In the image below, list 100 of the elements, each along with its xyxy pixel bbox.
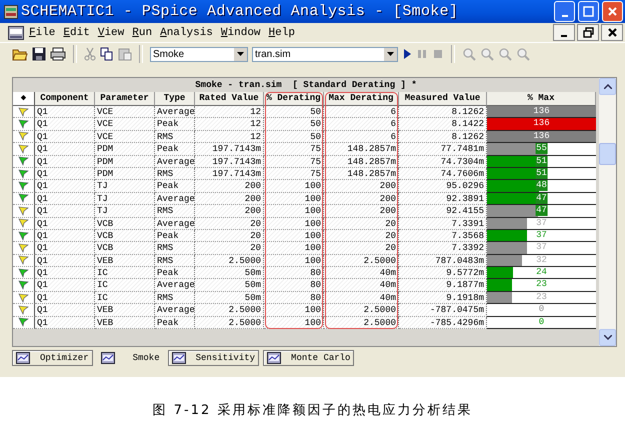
menu-item[interactable]: Edit bbox=[60, 26, 93, 38]
column-header[interactable]: % Derating bbox=[264, 92, 324, 106]
menu-item[interactable]: Window bbox=[218, 26, 264, 38]
column-header[interactable]: % Max bbox=[487, 92, 596, 106]
column-header[interactable]: Component bbox=[35, 92, 95, 106]
view-tab[interactable]: Monte Carlo bbox=[263, 350, 354, 366]
table-cell: VCB bbox=[95, 230, 155, 242]
percent-value: 37 bbox=[536, 218, 547, 229]
table-cell: Q1 bbox=[35, 143, 95, 156]
table-cell: Average bbox=[155, 156, 195, 168]
open-folder-icon[interactable] bbox=[12, 47, 28, 61]
scroll-up-button[interactable] bbox=[599, 78, 616, 95]
table-cell: Q1 bbox=[35, 230, 95, 242]
column-header[interactable]: Measured Value bbox=[399, 92, 487, 106]
table-cell: 50m bbox=[195, 267, 264, 280]
simulation-dropdown[interactable]: tran.sim bbox=[252, 46, 398, 62]
percent-value: 48 bbox=[535, 180, 548, 192]
scrollbar[interactable] bbox=[599, 78, 616, 346]
table-cell: Q1 bbox=[35, 316, 95, 330]
table-cell: VCB bbox=[95, 242, 155, 255]
save-icon[interactable] bbox=[32, 47, 46, 61]
table-cell: Q1 bbox=[35, 292, 95, 304]
column-header[interactable]: Parameter bbox=[95, 92, 155, 106]
table-cell: RMS bbox=[155, 292, 195, 304]
column-header[interactable]: Rated Value bbox=[195, 92, 264, 106]
menu-item[interactable]: File bbox=[26, 26, 58, 38]
table-cell: RMS bbox=[155, 168, 195, 180]
table-cell: Average bbox=[155, 304, 195, 317]
table-cell: RMS bbox=[155, 242, 195, 255]
table-cell: Peak bbox=[155, 180, 195, 193]
table-cell: 20 bbox=[195, 218, 264, 230]
table-cell: RMS bbox=[155, 254, 195, 268]
caret-icon bbox=[237, 52, 244, 56]
table-cell: 12 bbox=[195, 106, 264, 118]
table-cell: VCE bbox=[95, 130, 155, 144]
table-cell: TJ bbox=[95, 205, 155, 218]
table-cell: 7.3392 bbox=[399, 242, 487, 255]
percent-value: 0 bbox=[538, 316, 544, 328]
table-cell: Q1 bbox=[35, 192, 95, 206]
maximize-button[interactable] bbox=[578, 1, 599, 22]
percent-value: 24 bbox=[536, 267, 547, 278]
table-cell: 200 bbox=[324, 180, 399, 193]
table-cell: IC bbox=[95, 267, 155, 280]
copy-icon[interactable] bbox=[100, 47, 114, 61]
close-button[interactable] bbox=[601, 24, 623, 41]
window-icon bbox=[16, 352, 30, 364]
table-cell: 77.7481m bbox=[399, 143, 487, 156]
column-header[interactable]: ◆ bbox=[13, 92, 35, 106]
table-cell: 197.7143m bbox=[195, 168, 264, 180]
table-cell: Q1 bbox=[35, 242, 95, 255]
table-cell: Q1 bbox=[35, 168, 95, 180]
play-icon[interactable] bbox=[402, 47, 412, 61]
minimize-button[interactable] bbox=[553, 24, 575, 41]
profile-dropdown[interactable]: Smoke bbox=[150, 46, 248, 62]
scroll-down-button[interactable] bbox=[599, 329, 616, 346]
table-cell: 148.2857m bbox=[324, 156, 399, 168]
menu-item[interactable]: Analysis bbox=[157, 26, 216, 38]
table-cell: Peak bbox=[155, 267, 195, 280]
table-cell: 8.1262 bbox=[399, 106, 487, 118]
table-cell: VCB bbox=[95, 218, 155, 230]
document-icon bbox=[8, 26, 24, 40]
percent-value: 136 bbox=[533, 130, 550, 142]
table-cell: Q1 bbox=[35, 130, 95, 144]
percent-value: 0 bbox=[538, 304, 544, 316]
table-cell: 197.7143m bbox=[195, 156, 264, 168]
view-tab[interactable]: Sensitivity bbox=[168, 350, 260, 366]
table-cell: Peak bbox=[155, 118, 195, 131]
percent-value: 47 bbox=[535, 205, 548, 216]
table-cell: Q1 bbox=[35, 254, 95, 268]
print-icon[interactable] bbox=[50, 47, 66, 61]
column-header[interactable]: Type bbox=[155, 92, 195, 106]
table-cell: 50 bbox=[264, 118, 324, 131]
table-cell: 2.5000 bbox=[324, 304, 399, 317]
menu-item[interactable]: View bbox=[94, 26, 128, 38]
table-cell: 9.1918m bbox=[399, 292, 487, 304]
restore-button[interactable] bbox=[577, 24, 599, 41]
table-cell: 200 bbox=[195, 180, 264, 193]
figure-caption: 图 7-12 采用标准降额因子的热电应力分析结果 bbox=[152, 402, 472, 419]
table-cell: 80 bbox=[264, 267, 324, 280]
table-cell: 12 bbox=[195, 130, 264, 144]
chevron-down-icon bbox=[604, 335, 612, 340]
table-cell: RMS bbox=[155, 205, 195, 218]
percent-value: 136 bbox=[533, 106, 550, 117]
table-cell: Q1 bbox=[35, 205, 95, 218]
menu-item[interactable]: Run bbox=[129, 26, 156, 38]
table-cell: 9.1877m bbox=[399, 279, 487, 292]
percent-value: 23 bbox=[536, 279, 547, 290]
table-cell: Average bbox=[155, 218, 195, 230]
table-cell: 8.1422 bbox=[399, 118, 487, 131]
table-cell: 75 bbox=[264, 143, 324, 156]
percent-value: 55 bbox=[535, 143, 548, 154]
menu-item[interactable]: Help bbox=[266, 26, 298, 38]
table-cell: 40m bbox=[324, 279, 399, 292]
scroll-thumb[interactable] bbox=[599, 143, 616, 165]
chevron-up-icon bbox=[604, 84, 612, 89]
table-cell: Q1 bbox=[35, 180, 95, 193]
table-cell: 20 bbox=[195, 230, 264, 242]
column-header[interactable]: Max Derating bbox=[324, 92, 399, 106]
table-cell: 95.0296 bbox=[399, 180, 487, 193]
view-tab[interactable]: Optimizer bbox=[12, 350, 93, 366]
